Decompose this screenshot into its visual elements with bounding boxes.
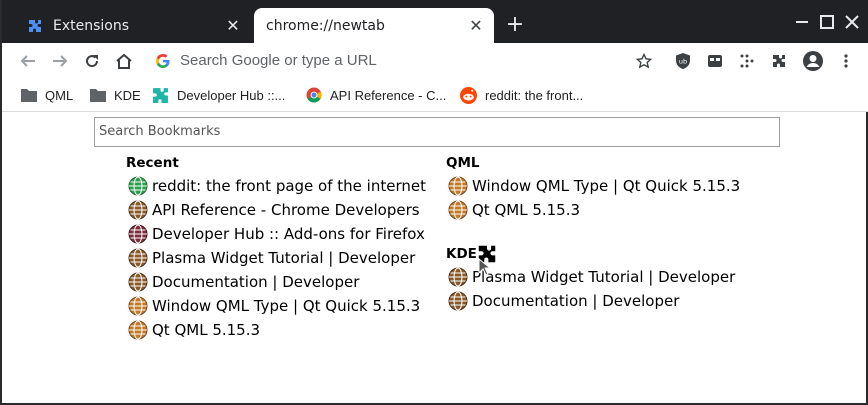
ublock-icon[interactable]: ub bbox=[674, 52, 692, 70]
tab-strip: Extensions ✕ chrome://newtab ✕ + bbox=[2, 0, 868, 43]
puzzle-icon bbox=[29, 19, 41, 32]
forward-button[interactable] bbox=[48, 49, 72, 73]
bookmark-label: reddit: the front... bbox=[485, 87, 584, 103]
puzzle-teal-icon bbox=[153, 87, 168, 103]
globe-icon bbox=[448, 200, 468, 220]
bookmarks-bar: QML KDE Developer Hub ::... API Referenc… bbox=[2, 79, 868, 112]
kde-folder-heading: KDE bbox=[446, 246, 477, 262]
tab-extensions[interactable]: Extensions ✕ bbox=[13, 8, 251, 43]
globe-icon bbox=[128, 224, 148, 244]
forward-arrow-icon bbox=[53, 55, 68, 67]
globe-icon bbox=[448, 291, 468, 311]
globe-icon bbox=[128, 320, 148, 340]
bookmark-developer-hub[interactable]: Developer Hub ::... bbox=[152, 86, 285, 104]
globe-icon bbox=[128, 296, 148, 316]
folder-icon bbox=[90, 89, 106, 102]
back-arrow-icon bbox=[20, 55, 35, 67]
recent-heading: Recent bbox=[126, 155, 179, 171]
extensions-puzzle-icon[interactable] bbox=[770, 52, 788, 70]
close-tab-icon[interactable]: ✕ bbox=[464, 16, 488, 35]
globe-icon bbox=[128, 248, 148, 268]
bookmark-folder-kde[interactable]: KDE bbox=[90, 86, 141, 104]
recent-bookmark-item[interactable]: Window QML Type | Qt Quick 5.15.3 bbox=[128, 295, 420, 317]
kde-bookmark-item[interactable]: Documentation | Developer bbox=[448, 290, 679, 312]
globe-icon bbox=[128, 176, 148, 196]
chrome-icon bbox=[306, 87, 322, 103]
recent-bookmark-item[interactable]: Qt QML 5.15.3 bbox=[128, 319, 260, 341]
minimize-icon[interactable] bbox=[790, 10, 814, 34]
menu-kebab-icon[interactable] bbox=[837, 52, 855, 70]
profile-avatar-icon[interactable] bbox=[802, 50, 824, 72]
globe-icon bbox=[448, 267, 468, 287]
globe-icon bbox=[448, 176, 468, 196]
recent-bookmark-item[interactable]: Documentation | Developer bbox=[128, 271, 359, 293]
bookmark-label: QML bbox=[45, 87, 74, 103]
reload-icon bbox=[86, 55, 99, 68]
new-tab-button[interactable]: + bbox=[504, 12, 526, 38]
folder-icon bbox=[21, 89, 37, 102]
globe-icon bbox=[128, 200, 148, 220]
tab-newtab[interactable]: chrome://newtab ✕ bbox=[254, 8, 494, 43]
bookmark-folder-qml[interactable]: QML bbox=[21, 86, 73, 104]
bookmark-label: API Reference - C... bbox=[330, 87, 447, 103]
toolbar: Search Google or type a URL ub bbox=[2, 43, 868, 79]
back-button[interactable] bbox=[16, 49, 40, 73]
reddit-icon bbox=[460, 86, 477, 104]
bookmark-api-reference[interactable]: API Reference - C... bbox=[306, 86, 446, 104]
search-bookmarks-input[interactable]: Search Bookmarks bbox=[94, 117, 780, 147]
globe-icon bbox=[128, 272, 148, 292]
home-button[interactable] bbox=[112, 49, 136, 73]
recent-bookmark-item[interactable]: Plasma Widget Tutorial | Developer bbox=[128, 247, 415, 269]
recent-bookmark-item[interactable]: API Reference - Chrome Developers bbox=[128, 199, 420, 221]
bookmark-label: Developer Hub ::... bbox=[177, 87, 286, 103]
tab-title: Extensions bbox=[53, 17, 130, 34]
qml-bookmark-item[interactable]: Qt QML 5.15.3 bbox=[448, 199, 580, 221]
qml-folder-heading: QML bbox=[446, 155, 480, 171]
bookmark-star-icon[interactable] bbox=[635, 52, 653, 70]
bookmark-reddit[interactable]: reddit: the front... bbox=[460, 86, 583, 104]
mouse-cursor-icon bbox=[478, 258, 492, 276]
google-icon bbox=[156, 54, 170, 68]
bookmark-label: KDE bbox=[114, 87, 141, 103]
browser-window: Extensions ✕ chrome://newtab ✕ + Search … bbox=[0, 0, 868, 405]
reload-button[interactable] bbox=[80, 49, 104, 73]
dots-extension-icon[interactable] bbox=[738, 52, 756, 70]
close-window-icon[interactable] bbox=[840, 10, 864, 34]
tab-title: chrome://newtab bbox=[266, 17, 385, 34]
home-icon bbox=[116, 53, 132, 69]
close-tab-icon[interactable]: ✕ bbox=[221, 16, 245, 35]
omnibox-input[interactable]: Search Google or type a URL bbox=[180, 52, 377, 69]
svg-text:ub: ub bbox=[679, 58, 687, 66]
recent-bookmark-item[interactable]: reddit: the front page of the internet bbox=[128, 175, 426, 197]
tab-manager-icon[interactable] bbox=[706, 52, 724, 70]
qml-bookmark-item[interactable]: Window QML Type | Qt Quick 5.15.3 bbox=[448, 175, 740, 197]
recent-bookmark-item[interactable]: Developer Hub :: Add-ons for Firefox bbox=[128, 223, 425, 245]
maximize-icon[interactable] bbox=[815, 10, 839, 34]
